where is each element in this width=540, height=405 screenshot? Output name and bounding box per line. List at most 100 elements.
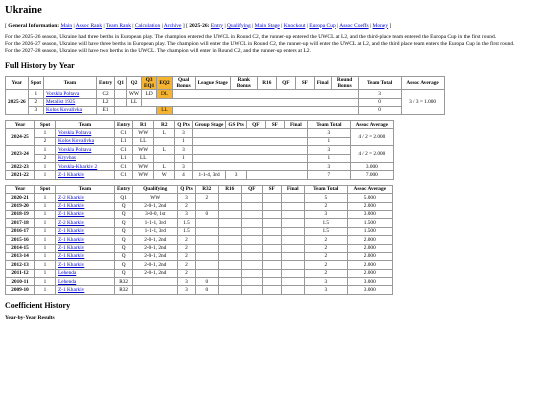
year-cell: 2019-20 xyxy=(5,201,35,211)
team-link[interactable]: Z-1 Kharkiv xyxy=(58,245,84,251)
final-cell xyxy=(280,285,305,295)
table-row: 2009-10 1 Z-1 Kharkiv R32 3 0 3 3.000 xyxy=(5,285,393,295)
q-pts-cell: 2 xyxy=(177,268,196,279)
team-link[interactable]: Z-2 Kharkiv xyxy=(58,195,84,201)
blank-cell xyxy=(245,170,308,180)
col-header: Team xyxy=(42,75,97,91)
nav-link-main[interactable]: Main xyxy=(60,23,72,29)
col-header: Assoc Average xyxy=(349,120,394,130)
full-history-heading: Full History by Year xyxy=(5,61,75,71)
entry-cell: C1 xyxy=(113,170,134,180)
col-header: Qualifying xyxy=(132,184,179,195)
qualifying-cell: 2-0-1, 2nd xyxy=(132,235,179,245)
qualifying-cell xyxy=(132,285,179,295)
col-header: SF xyxy=(264,120,285,130)
team-link[interactable]: Kryvbas xyxy=(58,155,76,161)
team-link[interactable]: Z-1 Kharkiv xyxy=(58,172,84,178)
col-header: Q2 xyxy=(126,75,142,91)
r32-cell xyxy=(194,268,219,279)
nav-link-knockout[interactable]: Knockout xyxy=(284,23,306,29)
nav-link-main-stage[interactable]: Main Stage xyxy=(255,23,280,29)
nav-link-money[interactable]: Money xyxy=(373,23,389,29)
team-link[interactable]: Lehenda xyxy=(58,279,76,285)
team-cell: Z-1 Kharkiv xyxy=(55,243,115,253)
gs-pts-cell: 3 xyxy=(225,170,247,180)
r16-cell xyxy=(217,201,242,211)
q-pts-cell: 2 xyxy=(177,260,196,270)
assoc-average-cell: 2.000 xyxy=(346,268,393,279)
table-row: 2013-14 1 Z-1 Kharkiv Q 2-0-1, 2nd 2 2 2.000 xyxy=(5,251,393,262)
q2-cell: LL xyxy=(126,97,142,107)
col-header: Assoc Average xyxy=(400,75,445,91)
qualifying-cell: 3-0-0, 1st xyxy=(132,209,179,220)
spot-cell: 1 xyxy=(34,218,56,228)
year-by-year-heading: Year-by-Year Results xyxy=(5,315,55,322)
team-link[interactable]: Kolos Kovalivka xyxy=(46,107,82,113)
nav-link-archive[interactable]: Archive xyxy=(164,23,182,29)
team-link[interactable]: Z-2 Kharkiv xyxy=(58,220,84,226)
assoc-average-cell: 2.000 xyxy=(346,243,393,253)
col-header: Final xyxy=(313,75,332,91)
col-header: R16 xyxy=(217,184,242,195)
assoc-average-cell: 2.000 xyxy=(346,260,393,270)
team-link[interactable]: Z-1 Kharkiv xyxy=(58,287,84,293)
team-total-cell: 2 xyxy=(303,201,348,211)
nav-link-assoc-rank[interactable]: Assoc Rank xyxy=(76,23,102,29)
team-link[interactable]: Lehenda xyxy=(58,270,76,276)
spot-cell: 3 xyxy=(27,105,44,116)
nav-link-assoc-coeffs[interactable]: Assoc Coeffs xyxy=(339,23,368,29)
col-header: Round Bonus xyxy=(330,75,359,91)
qualifying-cell: 2-0-1, 2nd xyxy=(132,260,179,270)
nav-link-entry[interactable]: Entry xyxy=(211,23,223,29)
col-header: Spot xyxy=(27,75,44,91)
team-link[interactable]: Z-1 Kharkiv xyxy=(58,262,84,268)
note-2027-28: For the 2027-28 season, Ukraine will hav… xyxy=(5,48,311,55)
year-cell: 2010-11 xyxy=(5,277,35,287)
nav-link-calculation[interactable]: Calculation xyxy=(135,23,160,29)
entry-cell: C1 xyxy=(113,145,134,155)
year-cell: 2011-12 xyxy=(5,268,35,279)
team-total-cell: 3 xyxy=(303,209,348,220)
team-link[interactable]: Vorskla Poltava xyxy=(58,147,91,153)
year-cell: 2025-26 xyxy=(5,89,29,116)
nav-link-europa-cup[interactable]: Europa Cup xyxy=(309,23,335,29)
table-header-row: Year Spot Team Entry R1 R2 Q Pts Group S… xyxy=(5,120,394,130)
team-link[interactable]: Vorskla Poltava xyxy=(58,130,91,136)
year-cell: 2021-22 xyxy=(5,170,35,180)
team-cell: Vorskla Poltava xyxy=(55,128,115,138)
team-link[interactable]: Z-1 Kharkiv xyxy=(58,253,84,259)
spot-cell: 1 xyxy=(34,161,56,172)
team-total-cell: 2 xyxy=(303,268,348,279)
r32-cell: 0 xyxy=(194,277,219,287)
r32-cell xyxy=(194,251,219,262)
q-pts-cell: 3 xyxy=(177,285,196,295)
entry-cell: C1 xyxy=(113,128,134,138)
nav-link-qualifying[interactable]: Qualifying xyxy=(227,23,251,29)
navbar: [ General Information: Main | Assoc Rank… xyxy=(5,22,392,29)
col-header: Team xyxy=(55,184,115,195)
qf-cell xyxy=(240,243,263,253)
team-cell: Z-1 Kharkiv xyxy=(55,260,115,270)
team-link[interactable]: Metalist 1925 xyxy=(46,99,75,105)
team-link[interactable]: Z-1 Kharkiv xyxy=(58,203,84,209)
table-row: 2021-22 1 Z-1 Kharkiv C1 WW W 4 1-1-4, 3… xyxy=(5,170,394,180)
assoc-average-cell: 3.000 xyxy=(346,285,393,295)
q3-cell: LD xyxy=(140,89,158,99)
team-link[interactable]: Kolos Kovalivka xyxy=(58,138,94,144)
year-cell: 2009-10 xyxy=(5,285,35,295)
team-link[interactable]: Vorskla-Kharkiv 2 xyxy=(58,164,97,170)
q1-cell xyxy=(114,97,127,107)
team-link[interactable]: Z-1 Kharkiv xyxy=(58,237,84,243)
spot-cell: 1 xyxy=(34,128,56,138)
col-header: Entry xyxy=(95,75,116,91)
q-pts-cell: 3 xyxy=(177,277,196,287)
r1-cell: WW xyxy=(132,161,155,172)
team-link[interactable]: Z-1 Kharkiv xyxy=(58,228,84,234)
col-header: SF xyxy=(261,184,282,195)
team-link[interactable]: Z-1 Kharkiv xyxy=(58,211,84,217)
final-cell xyxy=(280,193,305,203)
r16-cell xyxy=(217,218,242,228)
q-pts-cell: 2 xyxy=(177,235,196,245)
nav-link-team-rank[interactable]: Team Rank xyxy=(106,23,131,29)
team-link[interactable]: Vorskla Poltava xyxy=(46,91,79,97)
